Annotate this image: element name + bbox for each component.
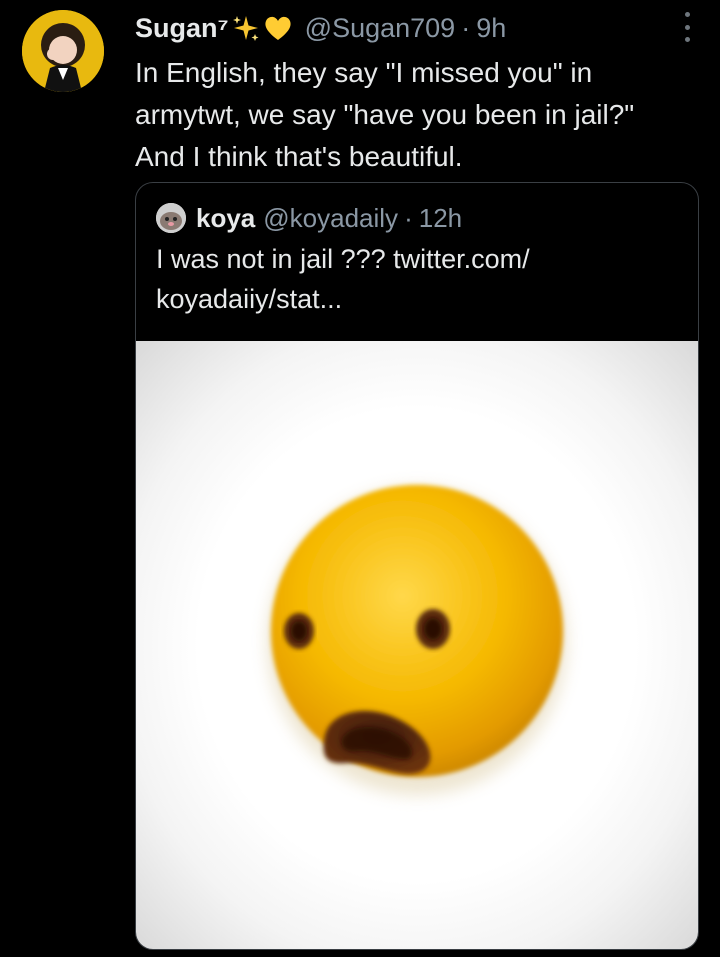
display-name[interactable]: Sugan⁷ [135, 13, 229, 44]
quote-header: koya @koyadaily · 12h [156, 201, 462, 235]
handle[interactable]: @Sugan709 [305, 13, 456, 44]
tweet[interactable]: Sugan⁷ @Sugan709 · 9h In English, they s… [0, 0, 720, 957]
quote-display-name[interactable]: koya [196, 203, 255, 234]
quote-timestamp[interactable]: 12h [419, 203, 462, 234]
quote-media-image[interactable] [136, 341, 698, 949]
quote-handle[interactable]: @koyadaily [263, 203, 398, 234]
quote-avatar [156, 203, 186, 233]
avatar[interactable] [22, 10, 104, 92]
quote-separator-dot: · [404, 202, 413, 233]
separator-dot: · [461, 12, 471, 43]
yellow-heart-icon [263, 13, 293, 43]
timestamp[interactable]: 9h [476, 13, 506, 44]
sparkles-icon [231, 13, 261, 43]
tweet-header: Sugan⁷ @Sugan709 · 9h [135, 8, 506, 48]
tweet-text: In English, they say "I missed you" in a… [135, 57, 635, 172]
shocked-face-emoji [271, 485, 563, 777]
quote-text: I was not in jail ??? twitter.com/ koyad… [156, 244, 530, 314]
quote-tweet-card[interactable]: koya @koyadaily · 12h I was not in jail … [135, 182, 699, 950]
more-icon[interactable] [682, 12, 692, 42]
